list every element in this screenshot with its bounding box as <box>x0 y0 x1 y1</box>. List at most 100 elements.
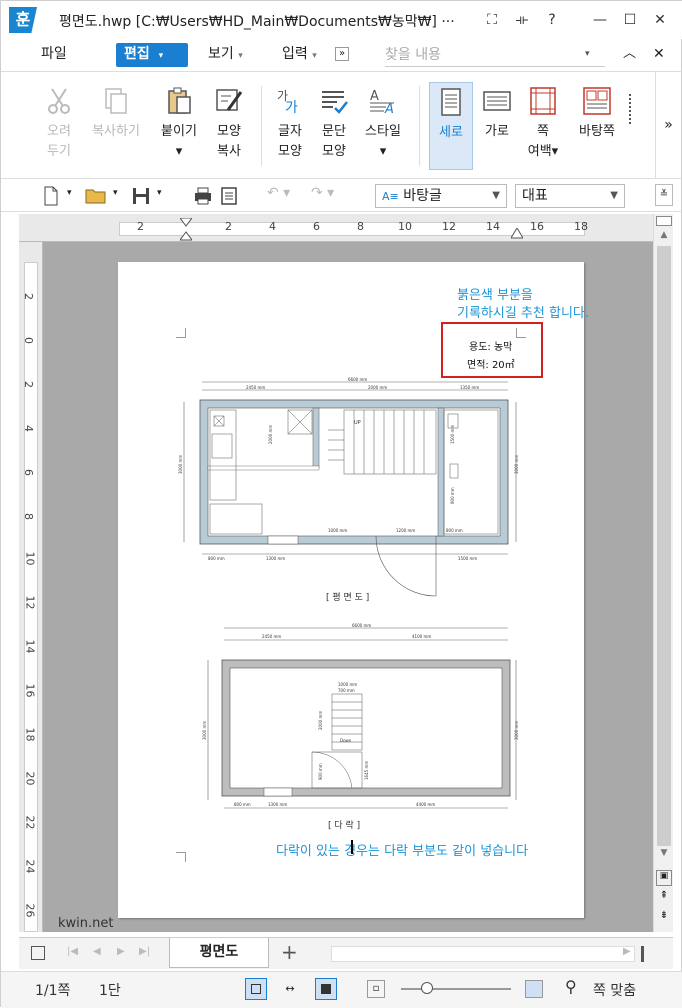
dim-label: 3000 mm <box>514 455 519 474</box>
master-page-button[interactable]: 바탕쪽 <box>571 82 623 142</box>
column-indicator[interactable]: 1단 <box>99 980 121 1000</box>
normal-view-icon[interactable] <box>245 978 267 1000</box>
undo-icon[interactable]: ↶ ▾ <box>267 185 290 201</box>
close-document-icon[interactable]: ✕ <box>653 43 665 65</box>
chevron-down-icon: ▾ <box>158 51 164 61</box>
page-indicator[interactable]: 1/1쪽 <box>35 980 70 1000</box>
tab-floor-plan[interactable]: 평면도 <box>169 938 269 968</box>
copy-button[interactable]: 복사하기 <box>87 82 145 142</box>
menu-view[interactable]: 보기 ▾ <box>208 43 243 67</box>
floor-plan-caption: [ 평 면 도 ] <box>326 593 370 603</box>
page-view-icon[interactable]: ▣ <box>656 870 672 886</box>
redo-icon[interactable]: ↷ ▾ <box>311 185 334 201</box>
paste-label2: ▾ <box>175 144 183 159</box>
menu-edit[interactable]: 편집 ▾ <box>116 43 188 67</box>
magnifier-icon[interactable]: ⚲ <box>565 977 577 996</box>
zoom-fit-label[interactable]: 쪽 맞춤 <box>593 980 636 1000</box>
horizontal-scrollbar[interactable] <box>331 946 635 962</box>
dim-label: 800 mm <box>234 802 251 807</box>
split-view-icon[interactable]: ⟛ <box>511 10 533 30</box>
chevron-down-icon: ▾ <box>238 51 243 61</box>
master-page-icon <box>583 87 611 115</box>
hruler-label: 16 <box>530 220 544 233</box>
scrollbar-thumb[interactable] <box>657 246 671 846</box>
prev-tab-icon[interactable]: ◀ <box>93 946 101 957</box>
horizontal-ruler[interactable]: 2 2 4 6 8 10 12 14 16 18 <box>25 214 653 242</box>
fullscreen-icon[interactable]: ⛶ <box>481 10 503 30</box>
zoom-slider-track[interactable] <box>401 988 511 990</box>
zoom-in-button[interactable] <box>525 980 543 998</box>
copy-icon <box>105 88 127 114</box>
style-button[interactable]: AA 스타일 ▾ <box>357 82 409 162</box>
open-folder-icon[interactable] <box>85 186 107 206</box>
landscape-label: 가로 <box>485 124 509 139</box>
close-button[interactable]: ✕ <box>649 10 671 30</box>
portrait-button[interactable]: 세로 <box>429 82 473 170</box>
search-dropdown-icon[interactable]: ▾ <box>585 43 590 65</box>
menu-bar: 파일 편집 ▾ 보기 ▾ 입력 ▾ » 찾을 내용 ▾ ︿ ✕ <box>1 39 682 69</box>
ribbon-expand-button[interactable]: » <box>655 72 681 178</box>
cut-button[interactable]: 오려 두기 <box>33 82 85 162</box>
menu-insert[interactable]: 입력 ▾ <box>282 43 317 67</box>
style-select[interactable]: A≡ 바탕글 ▼ <box>375 184 507 208</box>
print-icon[interactable] <box>193 186 213 206</box>
vruler-label: 20 <box>23 771 37 786</box>
right-indent-marker[interactable] <box>510 227 524 240</box>
vertical-ruler[interactable]: 2 0 2 4 6 8 10 12 14 16 18 20 22 24 26 <box>19 242 43 932</box>
add-tab-button[interactable]: + <box>281 940 298 964</box>
vruler-label: 2 <box>22 293 35 300</box>
landscape-button[interactable]: 가로 <box>471 82 523 142</box>
document-tab-bar: |◀ ◀ ▶ ▶| 평면도 + ▶ <box>19 937 673 969</box>
page-margin-label1: 쪽 <box>537 124 549 139</box>
prev-page-icon[interactable]: ⇞ <box>656 890 672 906</box>
chevron-down-icon[interactable]: ▾ <box>113 188 118 198</box>
paragraph-shape-button[interactable]: 문단 모양 <box>308 82 360 162</box>
font-select[interactable]: 대표 ▼ <box>515 184 625 208</box>
scroll-right-icon[interactable]: ▶ <box>623 946 631 957</box>
more-menus-button[interactable]: » <box>335 47 349 61</box>
vruler-label: 16 <box>23 683 37 698</box>
new-document-icon[interactable] <box>41 186 61 206</box>
split-handle[interactable] <box>641 946 644 962</box>
menu-view-label: 보기 <box>208 46 234 62</box>
landscape-icon <box>483 91 511 111</box>
indent-marker[interactable] <box>179 217 193 242</box>
cut-label2: 두기 <box>47 144 71 159</box>
collapse-ribbon-icon[interactable]: ︿ <box>623 43 636 65</box>
help-icon[interactable]: ? <box>541 10 563 30</box>
paste-button[interactable]: 붙이기 ▾ <box>153 82 205 162</box>
search-input[interactable]: 찾을 내용 <box>385 43 605 67</box>
sheet-icon[interactable] <box>31 946 45 960</box>
page-margin-button[interactable]: 쪽 여백▾ <box>517 82 569 162</box>
vertical-scrollbar[interactable]: ▲ ▼ ▣ ⇞ ⇟ <box>653 214 673 932</box>
app-window: 훈 평면도.hwp [C:₩Users₩HD_Main₩Documents₩농막… <box>0 0 682 1008</box>
vruler-label: 4 <box>22 425 35 432</box>
dim-label: 4400 mm <box>416 802 435 807</box>
menu-file[interactable]: 파일 <box>41 43 67 65</box>
chevron-down-icon[interactable]: ▾ <box>157 188 162 198</box>
format-painter-button[interactable]: 모양 복사 <box>203 82 255 162</box>
zoom-out-button[interactable]: ▫ <box>367 980 385 998</box>
maximize-button[interactable]: ☐ <box>619 10 641 30</box>
next-page-icon[interactable]: ⇟ <box>656 910 672 926</box>
scroll-up-icon[interactable]: ▲ <box>656 230 672 246</box>
last-tab-icon[interactable]: ▶| <box>139 946 150 957</box>
menu-insert-label: 입력 <box>282 46 308 62</box>
split-handle[interactable] <box>656 216 672 226</box>
svg-text:A: A <box>384 102 394 116</box>
scroll-down-icon[interactable]: ▼ <box>656 848 672 864</box>
toolbar-expand-button[interactable]: ≚ <box>655 184 673 206</box>
save-icon[interactable] <box>131 186 151 206</box>
minimize-button[interactable]: — <box>589 10 611 30</box>
print-preview-icon[interactable] <box>219 186 239 206</box>
zoom-slider-thumb[interactable] <box>421 982 433 994</box>
width-view-icon[interactable]: ↔ <box>279 978 301 1000</box>
app-logo-icon[interactable]: 훈 <box>9 7 37 33</box>
page-view-icon[interactable] <box>315 978 337 1000</box>
chevron-down-icon[interactable]: ▾ <box>67 188 72 198</box>
first-tab-icon[interactable]: |◀ <box>67 946 78 957</box>
highlight-box <box>441 322 543 378</box>
style-label2: ▾ <box>379 144 387 159</box>
more-ribbon-icon[interactable] <box>629 94 637 124</box>
next-tab-icon[interactable]: ▶ <box>117 946 125 957</box>
